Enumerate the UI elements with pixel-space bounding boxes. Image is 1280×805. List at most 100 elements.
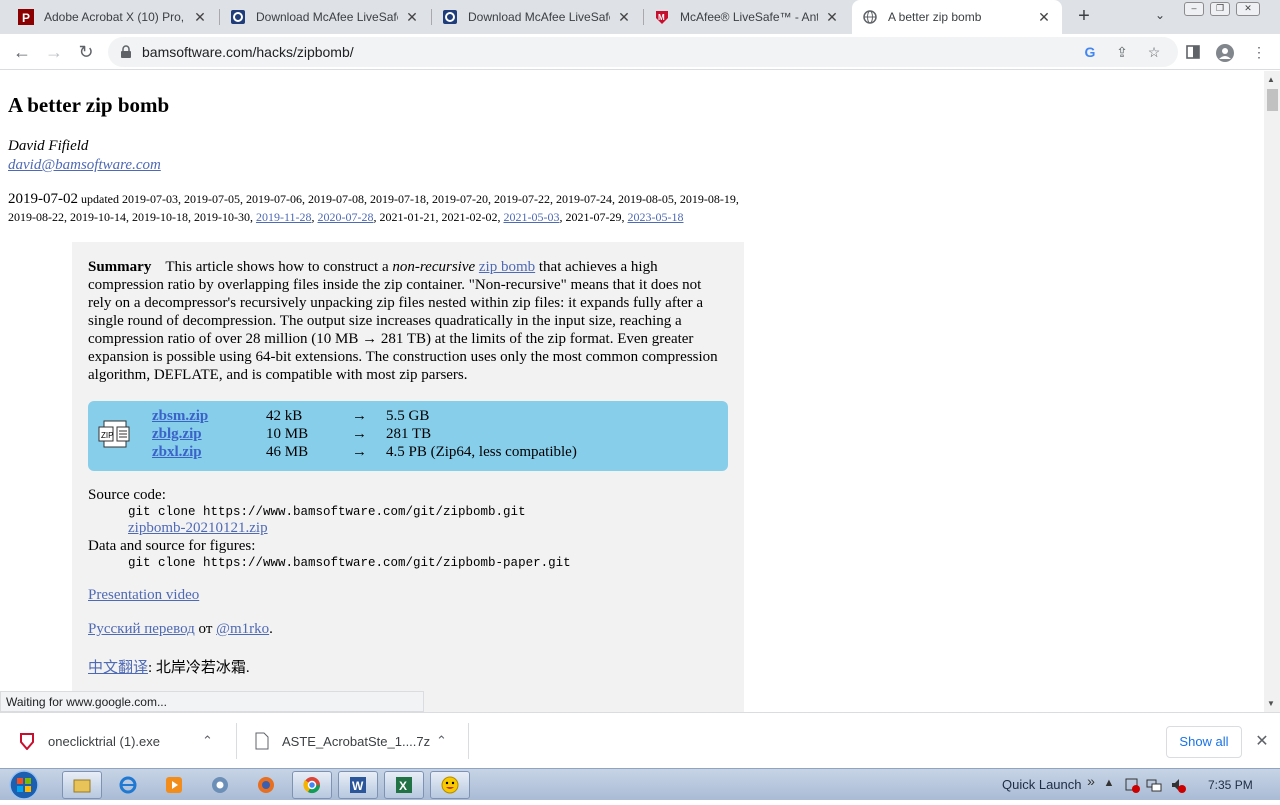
menu-kebab-icon[interactable]: ⋮ [1250, 44, 1268, 62]
close-icon[interactable]: ✕ [616, 9, 632, 26]
quick-launch-label[interactable]: Quick Launch [1002, 777, 1082, 792]
updated-label: updated [81, 192, 119, 206]
scroll-up-icon[interactable]: ▲ [1267, 75, 1275, 84]
chinese-translator-text: : 北岸冷若冰霜. [148, 660, 250, 676]
emoji-app-icon[interactable] [430, 771, 470, 799]
side-panel-icon[interactable] [1184, 44, 1202, 62]
firefox-icon[interactable] [246, 771, 286, 799]
vertical-scrollbar[interactable]: ▲ ▼ [1264, 71, 1280, 712]
word-icon[interactable]: W [338, 771, 378, 799]
summary-emphasis: non-recursive [392, 259, 476, 275]
svg-text:W: W [352, 779, 364, 793]
arrow-icon: → [352, 408, 367, 424]
tab-zip-bomb[interactable]: A better zip bomb ✕ [852, 0, 1062, 34]
close-icon[interactable]: ✕ [824, 9, 840, 26]
translator-link[interactable]: @m1rko [216, 621, 269, 637]
close-icon[interactable]: ✕ [1252, 731, 1272, 751]
file-icon [254, 732, 272, 750]
zip-bomb-link[interactable]: zip bomb [479, 259, 535, 275]
updated-date-link[interactable]: 2023-05-18 [628, 210, 684, 224]
punctuation: . [269, 621, 273, 637]
scroll-down-icon[interactable]: ▼ [1267, 699, 1275, 708]
minimize-button[interactable]: – [1184, 2, 1204, 16]
tab-mcafee-livesafe[interactable]: M McAfee® LiveSafe™ - Antiv ✕ [644, 0, 850, 34]
lock-icon [120, 45, 132, 64]
close-icon[interactable]: ✕ [192, 9, 208, 26]
summary-paragraph: Summary This article shows how to constru… [88, 258, 728, 384]
updated-date-link[interactable]: 2021-05-03 [504, 210, 560, 224]
reload-button[interactable]: ↻ [74, 40, 98, 64]
figures-label: Data and source for figures: [88, 538, 256, 554]
restore-button[interactable]: ❐ [1210, 2, 1230, 16]
close-icon[interactable]: ✕ [1036, 9, 1052, 26]
russian-from-text: от [198, 621, 213, 637]
russian-translation-link[interactable]: Русский перевод [88, 621, 195, 637]
tab-label: A better zip bomb [888, 10, 982, 24]
new-tab-button[interactable]: + [1072, 5, 1096, 29]
browser-toolbar: ← → ↻ bamsoftware.com/hacks/zipbomb/ G ⇪… [0, 34, 1280, 70]
updated-date-link[interactable]: 2020-07-28 [318, 210, 374, 224]
tab-label: McAfee® LiveSafe™ - Antiv [680, 10, 818, 24]
chrome-alt-icon[interactable] [200, 771, 240, 799]
forward-button[interactable]: → [42, 40, 66, 64]
start-button[interactable] [6, 770, 46, 800]
volume-muted-icon[interactable] [1170, 777, 1186, 793]
tab-mcafee-download-2[interactable]: Download McAfee LiveSafe ✕ [432, 0, 642, 34]
chevron-down-icon[interactable]: ⌄ [1150, 8, 1170, 28]
updated-dates-plain: , 2021-01-21, 2021-02-02, [373, 210, 504, 224]
updated-dates: 2019-07-03, 2019-07-05, 2019-07-06, 2019… [122, 192, 739, 206]
figures-command: git clone https://www.bamsoftware.com/gi… [128, 556, 571, 570]
download-item[interactable]: oneclicktrial (1).exe ⌃ [18, 713, 228, 769]
tab-adobe[interactable]: P Adobe Acrobat X (10) Pro, M ✕ [8, 0, 218, 34]
explorer-taskbar-icon[interactable] [62, 771, 102, 799]
downloads-bar: oneclicktrial (1).exe ⌃ ASTE_AcrobatSte_… [0, 712, 1280, 768]
network-icon[interactable] [1146, 777, 1162, 793]
download-link[interactable]: zblg.zip [152, 426, 202, 443]
google-icon[interactable]: G [1082, 44, 1098, 60]
bookmark-star-icon[interactable]: ☆ [1146, 44, 1162, 60]
taskbar-clock[interactable]: 7:35 PM [1208, 778, 1253, 792]
media-player-icon[interactable] [154, 771, 194, 799]
chinese-translation-link[interactable]: 中文翻译 [88, 660, 148, 676]
tab-label: Adobe Acrobat X (10) Pro, M [44, 10, 186, 24]
chevron-up-icon[interactable]: ⌃ [202, 733, 213, 749]
internet-explorer-icon[interactable] [108, 771, 148, 799]
tab-mcafee-download-1[interactable]: Download McAfee LiveSafe ✕ [220, 0, 430, 34]
back-button[interactable]: ← [10, 40, 34, 64]
svg-text:ZIP: ZIP [101, 431, 113, 440]
tray-expand-icon[interactable]: ▲ [1101, 777, 1117, 793]
updated-dates-plain: 2019-08-22, 2019-10-14, 2019-10-18, 2019… [8, 210, 256, 224]
arrow-icon: → [352, 426, 367, 442]
tab-label: Download McAfee LiveSafe [468, 10, 610, 24]
profile-avatar-icon[interactable] [1216, 44, 1234, 62]
summary-text: This article shows how to construct a [165, 259, 389, 275]
tab-label: Download McAfee LiveSafe [256, 10, 398, 24]
scrollbar-thumb[interactable] [1267, 89, 1278, 111]
download-item[interactable]: ASTE_AcrobatSte_1....7z ⌃ [254, 713, 454, 769]
updated-date-link[interactable]: 2019-11-28 [256, 210, 312, 224]
action-center-icon[interactable] [1124, 777, 1140, 793]
summary-box: Summary This article shows how to constru… [72, 242, 744, 712]
window-close-button[interactable]: ✕ [1236, 2, 1260, 16]
windows-taskbar: W X Quick Launch » ▲ 7:35 PM [0, 768, 1280, 800]
close-icon[interactable]: ✕ [404, 9, 420, 26]
author-name: David Fifield [8, 138, 89, 154]
summary-heading: Summary [88, 259, 152, 275]
download-link[interactable]: zbsm.zip [152, 408, 208, 425]
excel-icon[interactable]: X [384, 771, 424, 799]
source-zip-link[interactable]: zipbomb-20210121.zip [128, 520, 268, 537]
chevron-up-icon[interactable]: ⌃ [436, 733, 447, 749]
presentation-video-link[interactable]: Presentation video [88, 587, 199, 604]
status-bubble: Waiting for www.google.com... [0, 691, 424, 712]
download-link[interactable]: zbxl.zip [152, 444, 202, 461]
share-icon[interactable]: ⇪ [1114, 44, 1130, 60]
chrome-icon[interactable] [292, 771, 332, 799]
expanded-size: 281 TB [386, 426, 432, 442]
show-all-downloads-button[interactable]: Show all [1166, 726, 1242, 758]
url-text[interactable]: bamsoftware.com/hacks/zipbomb/ [142, 44, 354, 60]
author-email-link[interactable]: david@bamsoftware.com [8, 157, 161, 174]
source-code-label: Source code: [88, 487, 166, 503]
chevron-double-right-icon[interactable]: » [1083, 773, 1099, 789]
dates-line-2: 2019-08-22, 2019-10-14, 2019-10-18, 2019… [8, 210, 684, 225]
address-bar[interactable]: bamsoftware.com/hacks/zipbomb/ G ⇪ ☆ [108, 37, 1178, 67]
